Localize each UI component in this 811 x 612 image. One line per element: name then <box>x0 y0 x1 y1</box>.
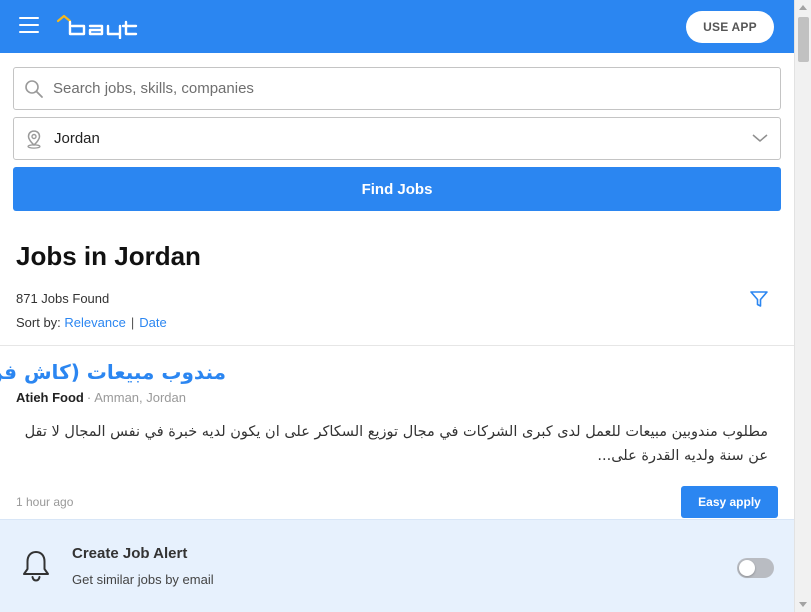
job-meta: Atieh Food · Amman, Jordan <box>16 390 186 405</box>
sort-separator: | <box>130 315 135 330</box>
menu-icon[interactable] <box>19 17 39 35</box>
bayt-logo[interactable]: bayt <box>56 13 146 39</box>
location-pin-icon <box>27 130 41 149</box>
results-count: 871 Jobs Found <box>16 291 110 306</box>
alert-subtitle: Get similar jobs by email <box>72 572 214 587</box>
alert-title: Create Job Alert <box>72 545 188 562</box>
company-name[interactable]: Atieh Food <box>16 390 84 405</box>
filter-icon[interactable] <box>749 289 769 309</box>
find-jobs-button[interactable]: Find Jobs <box>13 167 781 211</box>
use-app-button[interactable]: USE APP <box>686 11 774 43</box>
location-select[interactable]: Jordan <box>13 117 781 160</box>
top-bar: bayt USE APP <box>0 0 794 53</box>
sort-relevance-link[interactable]: Relevance <box>64 315 125 330</box>
scrollbar[interactable] <box>794 0 811 612</box>
scroll-thumb[interactable] <box>798 17 809 62</box>
sort-date-link[interactable]: Date <box>139 315 166 330</box>
job-title-link[interactable]: مندوب مبيعات (كاش فن ) <box>0 360 226 384</box>
search-icon <box>25 80 43 98</box>
scroll-up-arrow[interactable] <box>799 5 807 10</box>
job-alert-banner: Create Job Alert Get similar jobs by ema… <box>0 519 794 612</box>
posted-time: 1 hour ago <box>16 495 74 509</box>
sort-bar: Sort by: Relevance | Date <box>16 315 167 330</box>
search-field[interactable] <box>13 67 781 110</box>
page: bayt USE APP Jordan Find Jobs J <box>0 0 811 612</box>
sort-label: Sort by: <box>16 315 61 330</box>
main-content: bayt USE APP Jordan Find Jobs J <box>0 0 794 612</box>
location-value: Jordan <box>54 130 100 147</box>
job-location: Amman, Jordan <box>94 390 186 405</box>
divider <box>0 345 794 346</box>
easy-apply-button[interactable]: Easy apply <box>681 486 778 518</box>
page-title: Jobs in Jordan <box>16 241 201 271</box>
scroll-down-arrow[interactable] <box>799 602 807 607</box>
bell-icon <box>23 551 49 582</box>
search-input[interactable] <box>53 68 733 109</box>
job-description: مطلوب مندوبين مبيعات للعمل لدى كبرى الشر… <box>24 424 768 464</box>
toggle-knob <box>739 560 755 576</box>
meta-separator: · <box>86 390 92 405</box>
job-alert-toggle[interactable] <box>737 558 774 578</box>
chevron-down-icon[interactable] <box>752 132 768 144</box>
